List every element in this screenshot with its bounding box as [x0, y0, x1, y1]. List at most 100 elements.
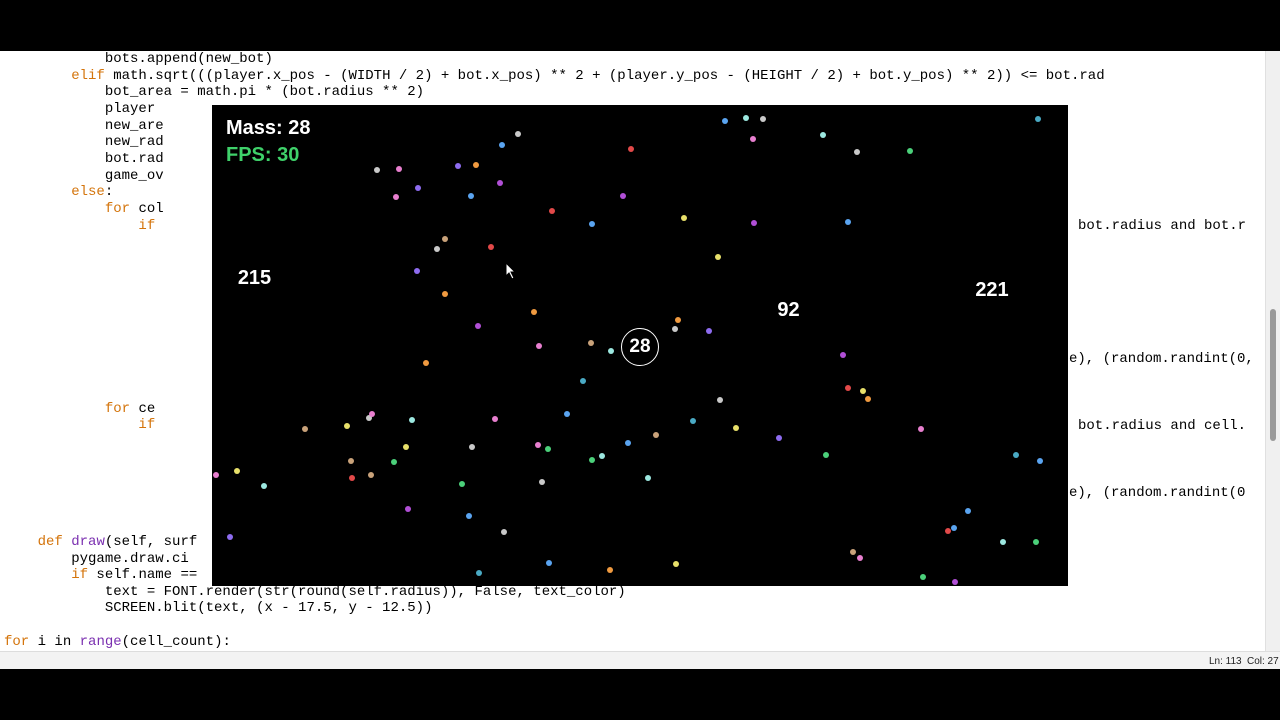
code-line[interactable]: elif math.sqrt(((player.x_pos - (WIDTH /… — [4, 68, 1104, 85]
food-pellet — [840, 351, 847, 358]
food-pellet — [535, 343, 542, 350]
food-pellet — [563, 411, 570, 418]
food-pellet — [472, 161, 479, 168]
food-pellet — [606, 567, 613, 574]
code-fragment: bot.radius and cell. — [1078, 418, 1247, 434]
food-pellet — [859, 388, 866, 395]
code-line[interactable]: if self.name == — [4, 567, 197, 584]
food-pellet — [722, 118, 729, 125]
food-pellet — [414, 184, 421, 191]
food-pellet — [500, 529, 507, 536]
food-pellet — [347, 458, 354, 465]
food-pellet — [715, 253, 721, 260]
code-line[interactable]: SCREEN.blit(text, (x - 17.5, y - 12.5)) — [4, 600, 433, 617]
code-line[interactable]: bot.rad — [4, 151, 164, 168]
food-pellet — [920, 573, 927, 580]
food-pellet — [608, 347, 615, 354]
vertical-scrollbar[interactable] — [1265, 51, 1280, 651]
food-pellet — [776, 434, 783, 441]
code-line[interactable]: if — [4, 218, 155, 235]
code-line[interactable]: player — [4, 101, 155, 118]
food-pellet — [673, 560, 680, 567]
food-pellet — [496, 179, 503, 186]
food-pellet — [732, 425, 739, 432]
food-pellet — [917, 425, 924, 432]
food-pellet — [906, 147, 913, 154]
food-pellet — [619, 193, 626, 200]
food-pellet — [487, 244, 494, 251]
player-cell: 28 — [621, 328, 659, 366]
food-pellet — [705, 327, 712, 334]
food-pellet — [749, 135, 756, 142]
food-pellet — [599, 452, 606, 459]
food-pellet — [531, 308, 538, 315]
food-pellet — [261, 482, 268, 489]
food-pellet — [535, 441, 542, 448]
food-pellet — [671, 325, 678, 332]
food-pellet — [368, 411, 375, 418]
mass-readout: Mass: 28 — [226, 117, 311, 139]
food-pellet — [344, 422, 351, 429]
food-pellet — [442, 235, 449, 242]
food-pellet — [652, 431, 659, 438]
food-pellet — [455, 163, 462, 170]
food-pellet — [750, 220, 757, 227]
food-pellet — [1032, 539, 1039, 546]
code-line[interactable]: pygame.draw.ci — [4, 551, 189, 568]
food-pellet — [515, 130, 522, 137]
food-pellet — [950, 525, 957, 532]
food-pellet — [645, 474, 652, 481]
food-pellet — [301, 426, 308, 433]
food-pellet — [213, 471, 220, 478]
food-pellet — [395, 166, 402, 173]
food-pellet — [951, 579, 958, 586]
code-line[interactable]: game_ov — [4, 168, 164, 185]
code-line[interactable]: if — [4, 417, 155, 434]
code-fragment: e), (random.randint(0 — [1069, 485, 1246, 501]
code-line[interactable]: def draw(self, surf — [4, 534, 198, 551]
code-line[interactable]: for i in range(cell_count): — [4, 634, 231, 651]
mouse-cursor-icon — [505, 262, 517, 280]
bot-cell: 221 — [840, 142, 1068, 436]
code-line[interactable]: bots.append(new_bot) — [4, 51, 273, 68]
food-pellet — [1037, 458, 1044, 465]
code-line[interactable]: new_rad — [4, 134, 164, 151]
code-line[interactable]: new_are — [4, 118, 164, 135]
food-pellet — [403, 443, 410, 450]
food-pellet — [624, 439, 631, 446]
food-pellet — [475, 322, 482, 329]
food-pellet — [689, 417, 696, 424]
food-pellet — [850, 548, 857, 555]
food-pellet — [442, 290, 449, 297]
column-indicator: Col: 27 — [1247, 656, 1279, 667]
bot-cell: 92 — [728, 250, 849, 371]
player-mass-label: 28 — [629, 336, 651, 357]
food-pellet — [459, 481, 466, 488]
bottom-letterbox — [0, 669, 1280, 720]
code-line[interactable]: else: — [4, 184, 113, 201]
food-pellet — [760, 116, 767, 123]
game-window[interactable]: 215 221 92 28 Mass: 28 FPS: 30 — [212, 105, 1068, 586]
food-pellet — [391, 458, 398, 465]
food-pellet — [539, 478, 546, 485]
cell-mass-label: 221 — [975, 278, 1009, 301]
code-line[interactable]: text = FONT.render(str(round(self.radius… — [4, 584, 626, 601]
food-pellet — [476, 570, 483, 577]
food-pellet — [465, 512, 472, 519]
food-pellet — [675, 317, 682, 324]
bot-cell: 215 — [212, 132, 423, 422]
cell-mass-label: 92 — [777, 299, 800, 321]
scrollbar-thumb[interactable] — [1270, 309, 1276, 441]
status-bar: Ln: 113 Col: 27 — [0, 651, 1280, 669]
food-pellet — [1000, 538, 1007, 545]
food-pellet — [434, 246, 441, 253]
food-pellet — [587, 340, 594, 347]
food-pellet — [853, 148, 860, 155]
code-line[interactable]: bot_area = math.pi * (bot.radius ** 2) — [4, 84, 424, 101]
code-line[interactable]: for col — [4, 201, 164, 218]
food-pellet — [579, 378, 586, 385]
food-pellet — [499, 141, 506, 148]
food-pellet — [423, 360, 430, 367]
food-pellet — [822, 452, 829, 459]
code-line[interactable]: for ce — [4, 401, 155, 418]
